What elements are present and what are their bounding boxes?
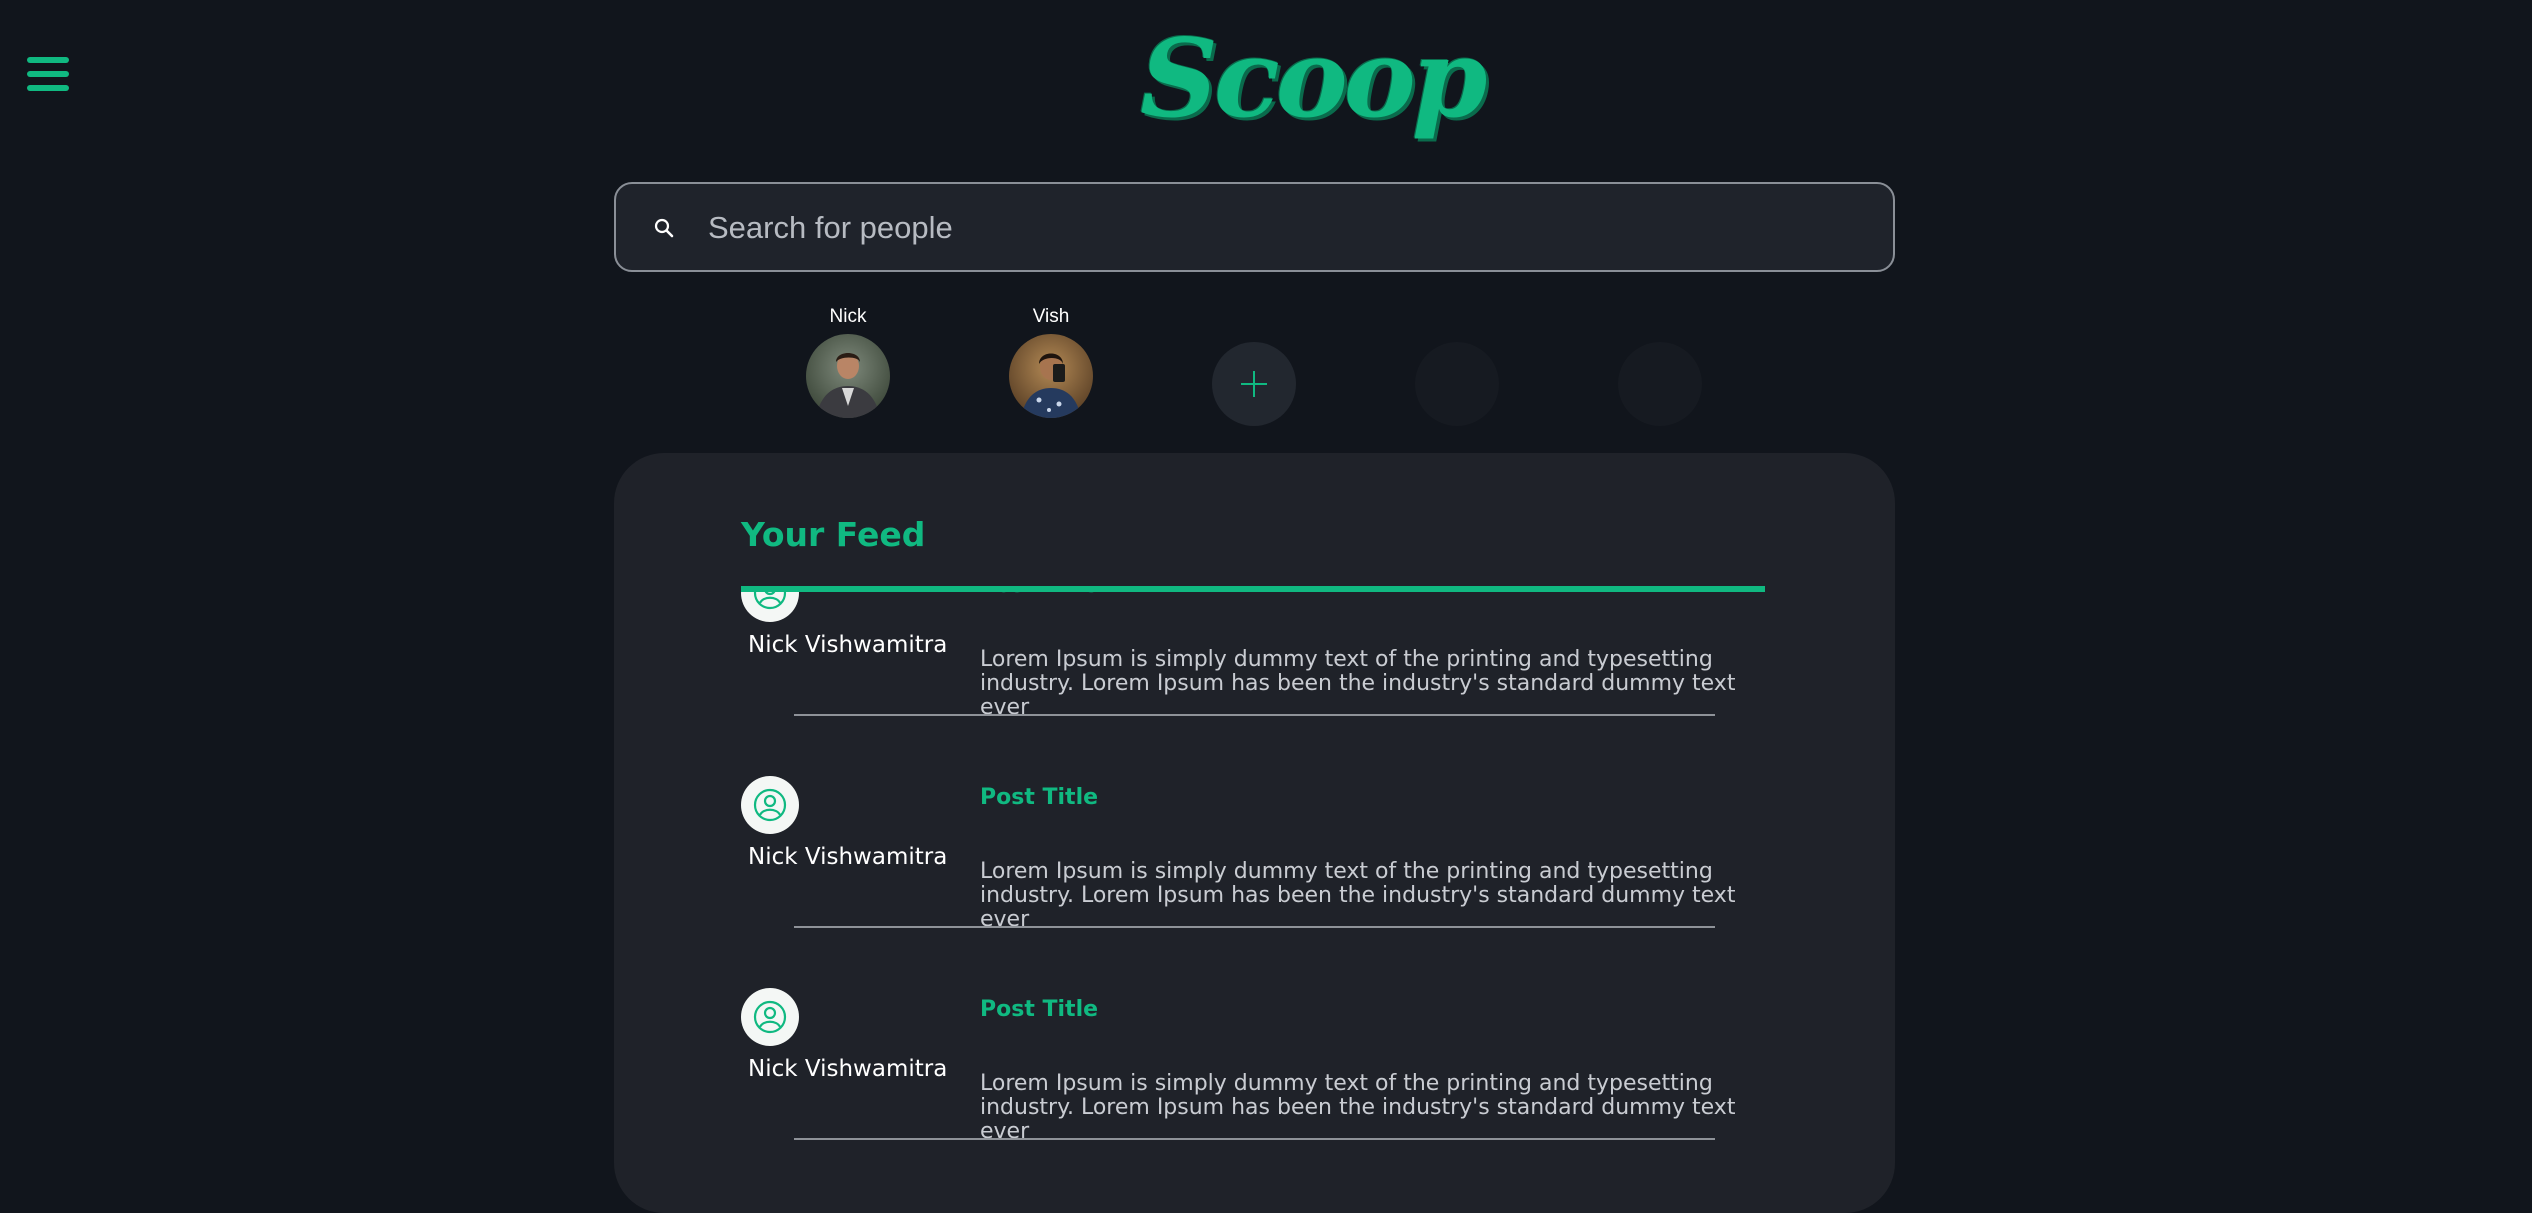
search-bar[interactable] xyxy=(614,182,1895,272)
menu-bar-top xyxy=(27,57,69,63)
feed-post[interactable]: Nick Vishwamitra Post Title Lorem Ipsum … xyxy=(741,988,1765,1200)
add-story-button[interactable] xyxy=(1212,342,1296,426)
app-logo[interactable]: Scoop xyxy=(1140,14,1487,164)
menu-bar-bottom xyxy=(27,85,69,91)
user-icon[interactable] xyxy=(741,988,799,1046)
post-title[interactable]: Post Title xyxy=(980,997,1098,1022)
post-author[interactable]: Nick Vishwamitra xyxy=(748,842,948,872)
post-title[interactable]: Post Title xyxy=(980,785,1098,810)
post-divider xyxy=(794,714,1715,716)
search-icon xyxy=(654,218,674,238)
feed-title: Your Feed xyxy=(741,515,926,554)
story-vish[interactable]: Vish xyxy=(1006,300,1096,430)
search-input[interactable] xyxy=(706,198,1856,258)
feed-title-underline xyxy=(741,586,1765,592)
post-text: Lorem Ipsum is simply dummy text of the … xyxy=(980,859,1736,932)
menu-bar-middle xyxy=(27,71,69,77)
story-placeholder xyxy=(1618,342,1702,426)
story-name: Nick xyxy=(829,306,867,327)
avatar[interactable] xyxy=(806,334,890,418)
story-name: Vish xyxy=(1032,306,1070,327)
post-divider xyxy=(794,1138,1715,1140)
post-divider xyxy=(794,926,1715,928)
post-text: Lorem Ipsum is simply dummy text of the … xyxy=(980,1071,1736,1144)
post-author[interactable]: Nick Vishwamitra xyxy=(748,1054,948,1084)
feed-post[interactable]: Nick Vishwamitra Post Title Lorem Ipsum … xyxy=(741,586,1765,776)
post-text: Lorem Ipsum is simply dummy text of the … xyxy=(980,647,1736,720)
feed-list[interactable]: Nick Vishwamitra Post Title Lorem Ipsum … xyxy=(741,586,1765,1213)
avatar[interactable] xyxy=(1009,334,1093,418)
user-icon[interactable] xyxy=(741,776,799,834)
feed-post[interactable]: Nick Vishwamitra Post Title Lorem Ipsum … xyxy=(741,776,1765,988)
story-nick[interactable]: Nick xyxy=(803,300,893,430)
feed-panel: Your Feed Nick Vishwamitra Post Title Lo… xyxy=(614,453,1895,1213)
post-author[interactable]: Nick Vishwamitra xyxy=(748,630,948,660)
hamburger-menu-icon[interactable] xyxy=(27,57,69,93)
story-placeholder xyxy=(1415,342,1499,426)
